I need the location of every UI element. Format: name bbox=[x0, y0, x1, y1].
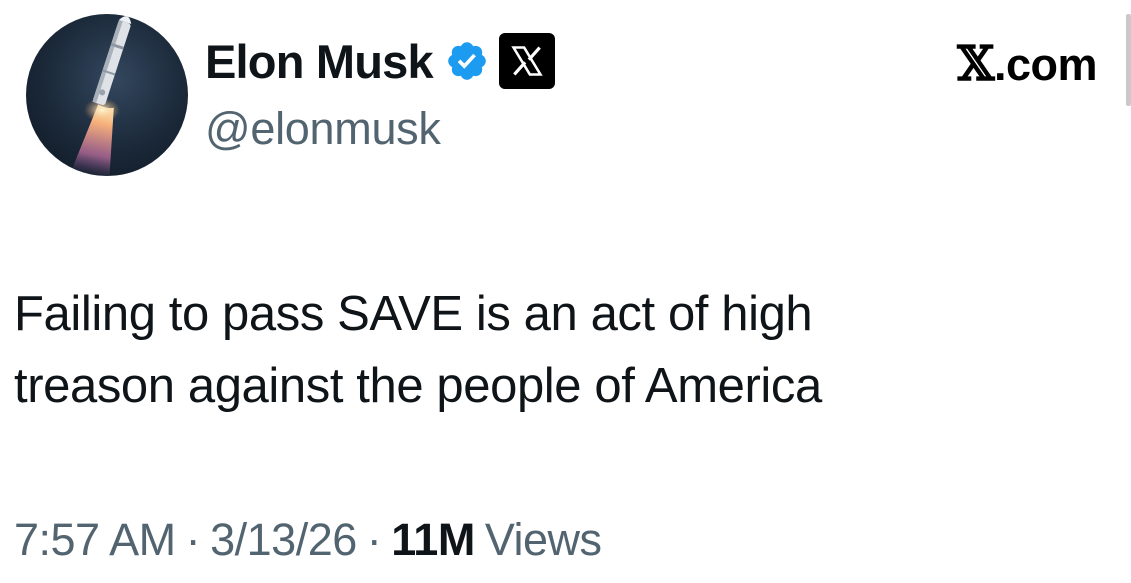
scroll-edge bbox=[1126, 14, 1131, 106]
tweet-text-line: treason against the people of America bbox=[14, 359, 822, 413]
tweet-meta: 7:57 AM · 3/13/26 · 11M Views bbox=[14, 514, 602, 566]
tweet-text-line: Failing to pass SAVE is an act of high bbox=[14, 287, 813, 341]
author-display-name[interactable]: Elon Musk bbox=[205, 38, 434, 85]
name-row: Elon Musk bbox=[205, 28, 555, 94]
site-label-glyph: 𝕏 bbox=[957, 36, 994, 92]
author-block: Elon Musk @elonmusk bbox=[205, 28, 555, 151]
meta-separator: · bbox=[185, 514, 201, 565]
rocket-launch-avatar bbox=[72, 16, 132, 176]
meta-separator: · bbox=[366, 514, 382, 565]
site-label-suffix: .com bbox=[993, 39, 1098, 90]
site-label: 𝕏 .com bbox=[957, 36, 1097, 92]
views-label: Views bbox=[484, 514, 602, 565]
avatar[interactable] bbox=[26, 14, 188, 176]
tweet-text: Failing to pass SAVE is an act of high t… bbox=[14, 278, 1104, 422]
x-logo-icon[interactable] bbox=[498, 33, 555, 89]
tweet-time[interactable]: 7:57 AM bbox=[14, 514, 176, 566]
tweet-date[interactable]: 3/13/26 bbox=[210, 514, 357, 566]
author-handle[interactable]: @elonmusk bbox=[205, 106, 555, 151]
tweet-card: Elon Musk @elonmusk 𝕏 .com Failing to pa… bbox=[0, 0, 1131, 583]
views-count[interactable]: 11M bbox=[391, 514, 475, 566]
verified-badge-icon[interactable] bbox=[445, 39, 489, 83]
